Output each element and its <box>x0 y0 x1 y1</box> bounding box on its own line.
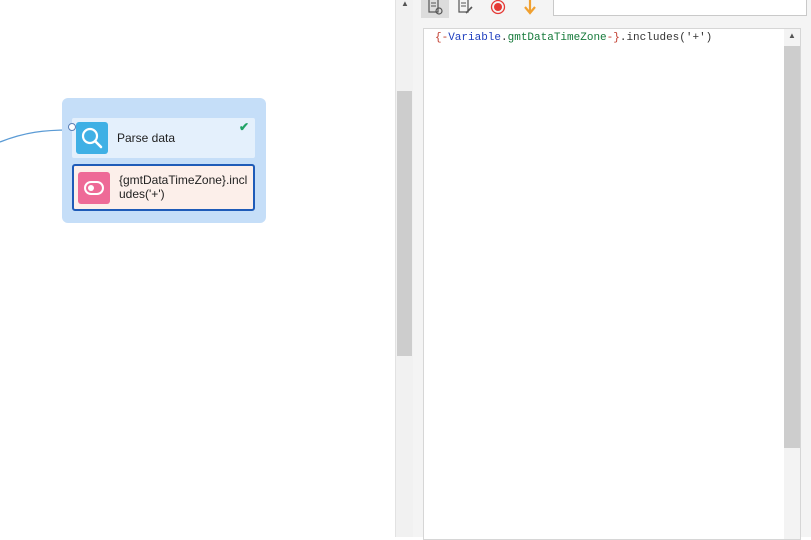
scroll-up-arrow-icon[interactable]: ▲ <box>788 31 796 40</box>
parse-data-block[interactable]: Parse data ✔ <box>68 118 255 158</box>
code-token-rest: .includes('+') <box>619 32 713 44</box>
arrow-down-icon <box>524 0 536 15</box>
block-label: {gmtDataTimeZone}.includes('+') <box>119 173 248 201</box>
condition-block[interactable]: {gmtDataTimeZone}.includes('+') <box>72 164 255 211</box>
editor-toolbar <box>413 0 811 19</box>
scroll-up-arrow-icon[interactable]: ▲ <box>401 0 409 8</box>
code-line[interactable]: {-Variable.gmtDataTimeZone-}.includes('+… <box>435 32 712 44</box>
code-token-name: gmtDataTimeZone <box>507 32 607 44</box>
record-icon <box>490 0 506 15</box>
toggle-icon <box>78 172 110 204</box>
code-editor[interactable]: {-Variable.gmtDataTimeZone-}.includes('+… <box>423 28 801 540</box>
input-port[interactable] <box>68 123 76 131</box>
action-group[interactable]: Parse data ✔ {gmtDataTimeZone}.includes(… <box>62 98 266 223</box>
search-icon <box>76 122 108 154</box>
record-button[interactable] <box>484 0 512 18</box>
document-settings-icon <box>428 0 443 15</box>
properties-panel: {-Variable.gmtDataTimeZone-}.includes('+… <box>413 0 811 540</box>
code-token-open: {- <box>435 32 449 44</box>
check-icon: ✔ <box>238 120 249 134</box>
scrollbar-thumb[interactable] <box>397 91 412 356</box>
code-token-close: -} <box>606 32 620 44</box>
block-label: Parse data <box>117 131 176 145</box>
step-down-button[interactable] <box>516 0 544 18</box>
code-token-dot: . <box>501 32 508 44</box>
scrollbar-thumb[interactable] <box>784 46 800 448</box>
workflow-canvas[interactable]: Parse data ✔ {gmtDataTimeZone}.includes(… <box>0 0 395 537</box>
editor-scrollbar[interactable]: ▲ <box>784 29 800 539</box>
document-settings-button[interactable] <box>421 0 449 18</box>
canvas-scrollbar[interactable]: ▲ <box>395 0 413 537</box>
code-token-variable: Variable <box>448 32 502 44</box>
search-input[interactable] <box>553 0 807 16</box>
document-edit-icon <box>458 0 473 14</box>
document-edit-button[interactable] <box>451 0 479 18</box>
